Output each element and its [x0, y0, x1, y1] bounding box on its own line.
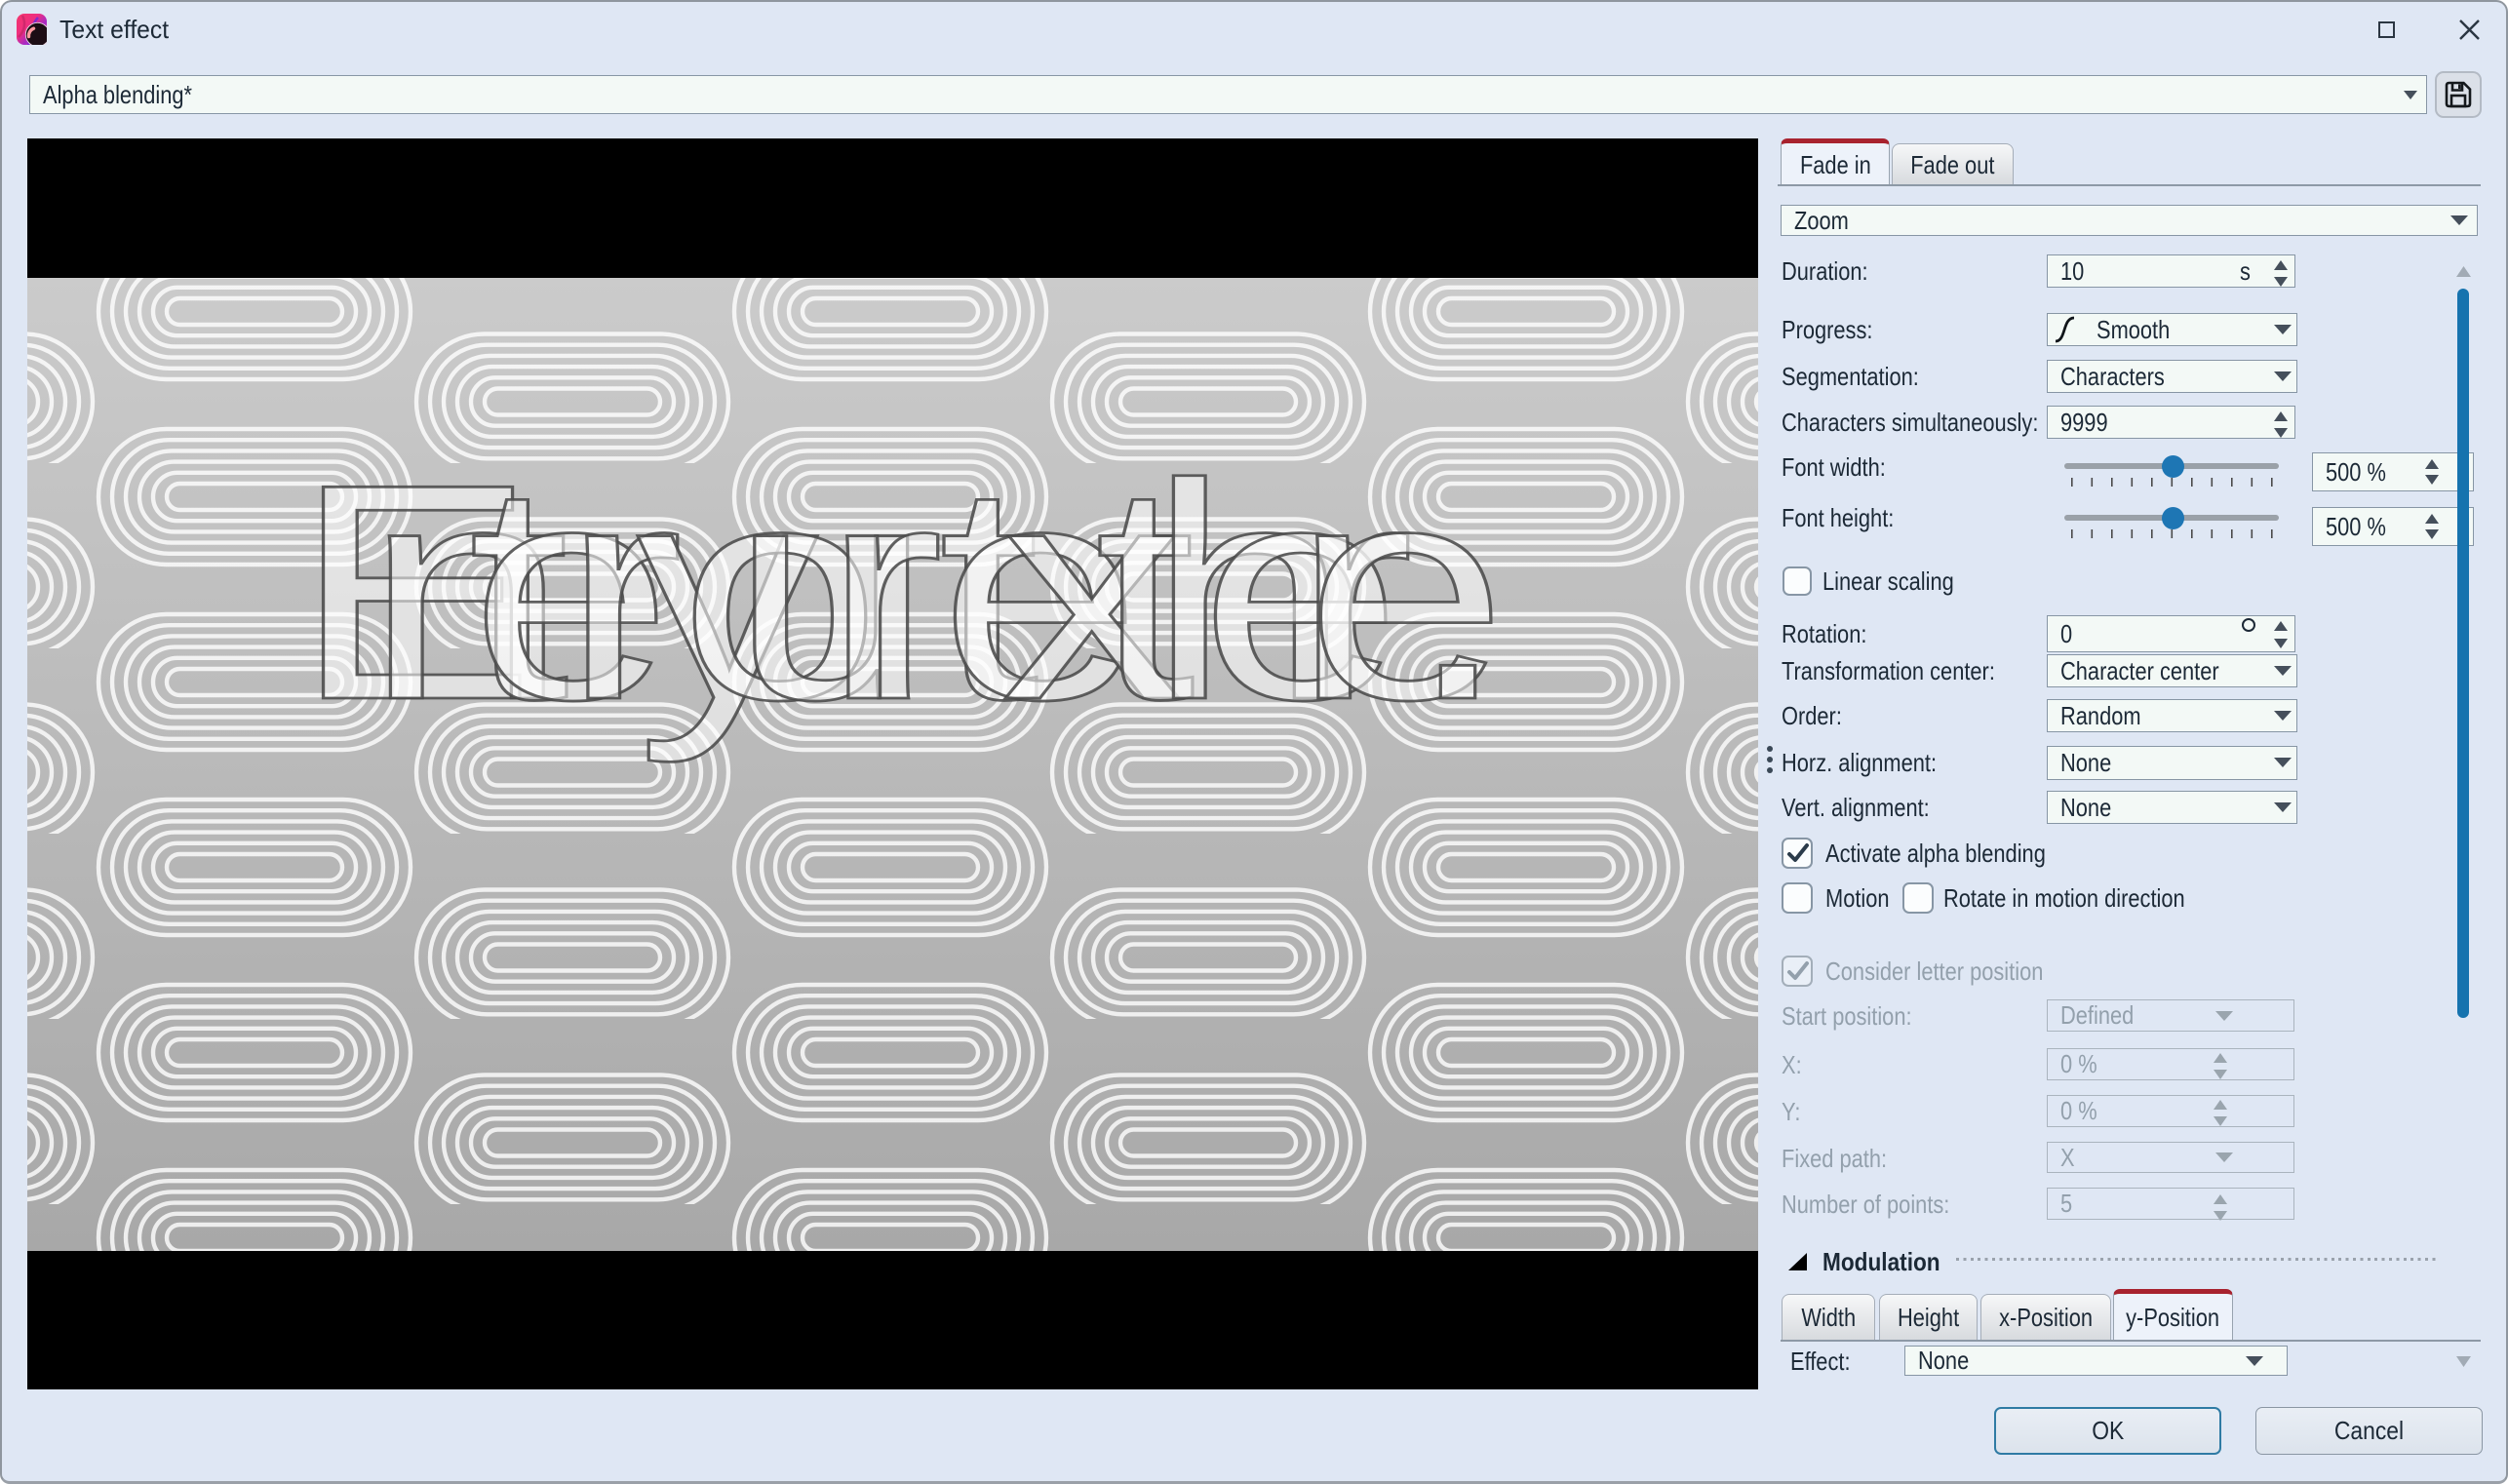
svg-text:.: .	[1407, 421, 1508, 764]
svg-text:r: r	[823, 421, 944, 764]
